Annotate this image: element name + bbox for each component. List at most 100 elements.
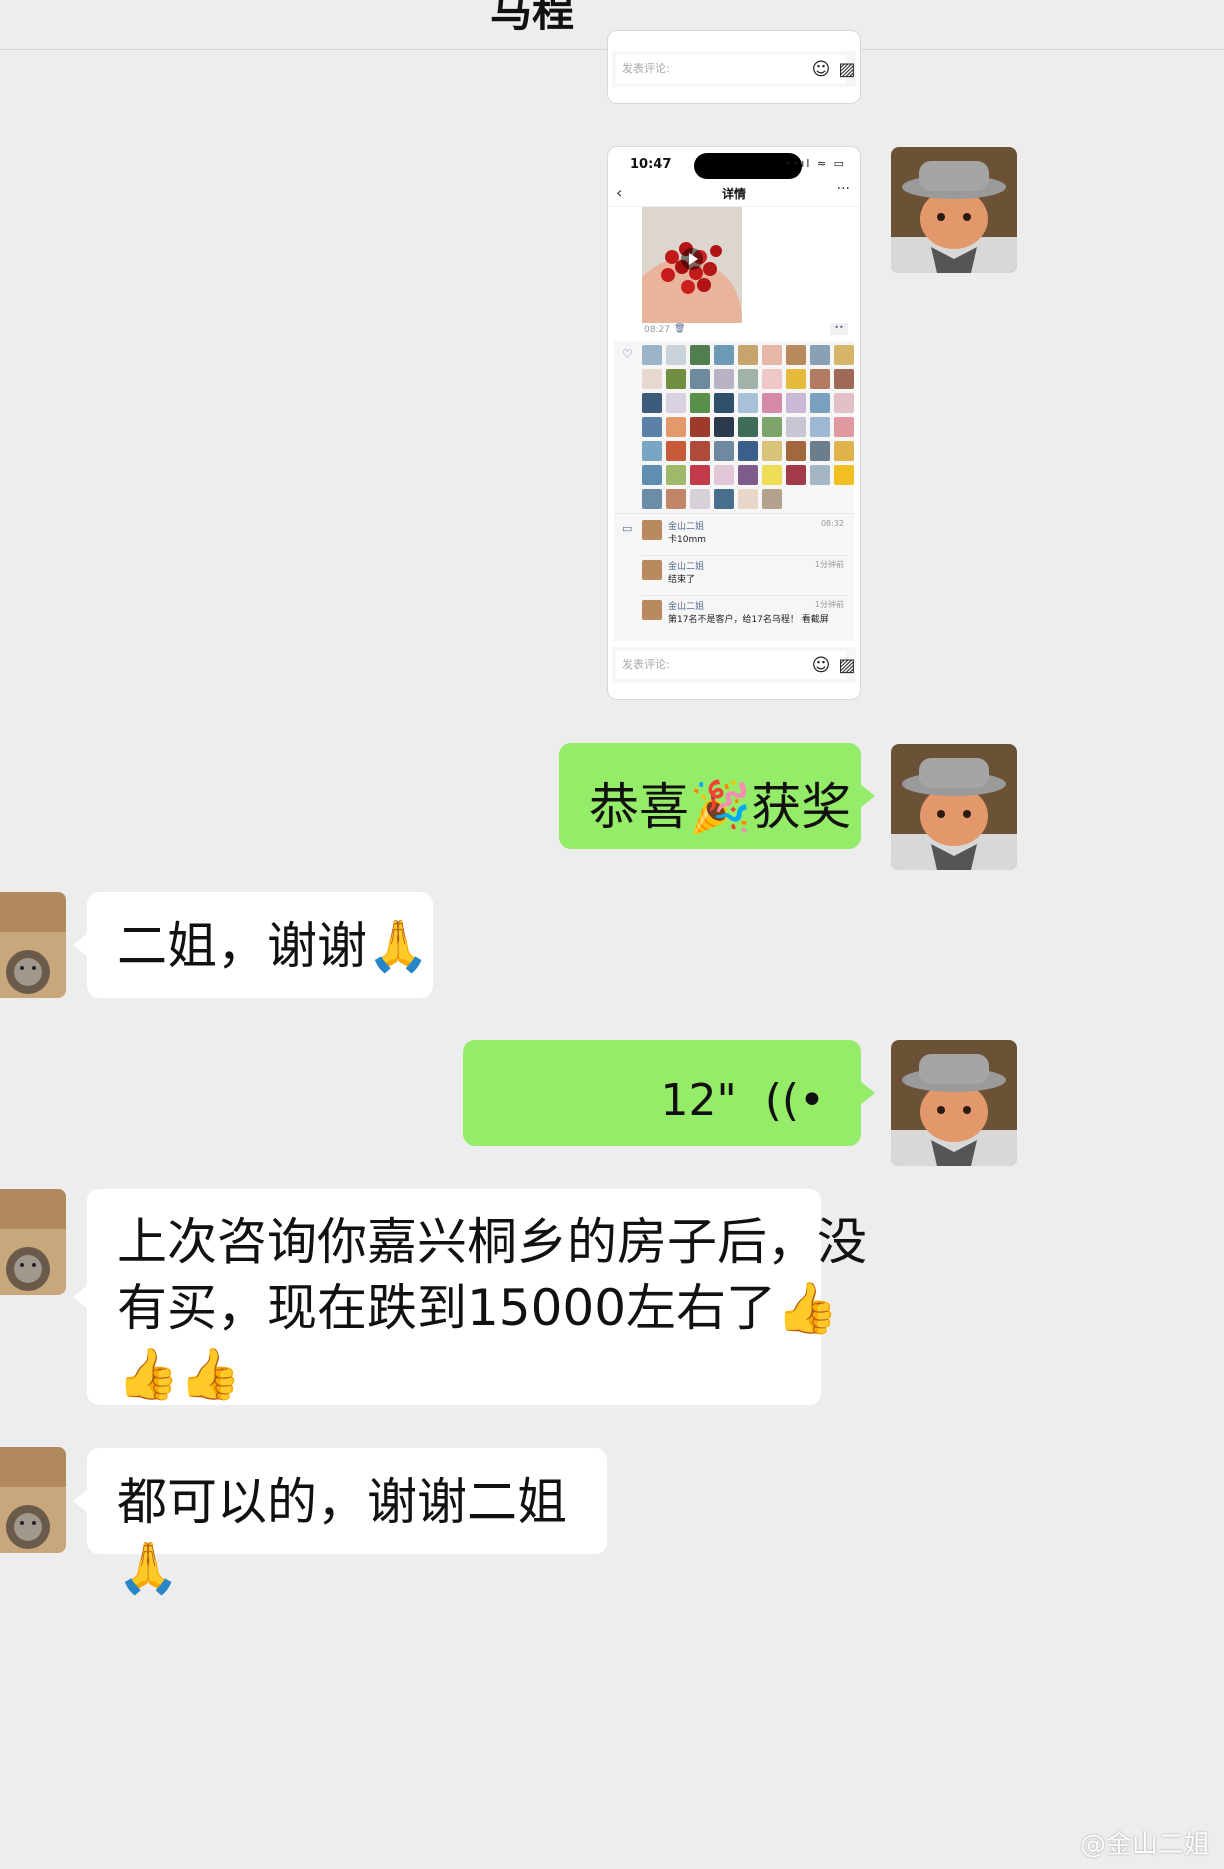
like-avatar [786,441,806,461]
message-line: 👍👍 [117,1345,242,1403]
like-avatar [714,441,734,461]
message-bubble-received[interactable]: 都可以的，谢谢二姐🙏 [73,1448,607,1597]
message-bubble-sent[interactable]: 恭喜🎉获奖 [559,743,875,849]
like-avatar [666,393,686,413]
comment-item: 金山二姐 结束了 1分钟前 [642,556,848,596]
like-avatar [786,393,806,413]
like-avatar [810,369,830,389]
commenter-name: 金山二姐 [668,562,705,572]
voice-content: 12" ((• [660,1068,825,1134]
comment-bar: 发表评论: ☺ ▨ [612,647,856,683]
like-avatar [786,417,806,437]
berries-video-thumbnail [642,207,742,323]
comment-bar: 发表评论: ☺ ▨ [612,51,856,87]
message-text: 二姐，谢谢🙏 [117,917,430,975]
like-avatar [642,417,662,437]
image-icon: ▨ [838,655,856,676]
comment-time: 1分钟前 [814,560,844,569]
like-avatar [762,369,782,389]
commenter-name: 金山二姐 [668,522,705,532]
like-avatar [786,369,806,389]
like-avatar [762,345,782,365]
like-avatar [666,369,686,389]
avatar-self[interactable] [891,1040,1017,1166]
voice-message-bubble[interactable]: 12" ((• [463,1040,875,1146]
like-avatar [690,489,710,509]
like-avatar [762,417,782,437]
avatar-contact[interactable] [0,1447,66,1553]
comment-text: 结束了 [668,575,696,585]
image-icon: ▨ [838,59,856,80]
smiley-icon: ☺ [811,59,831,80]
message-line: 上次咨询你嘉兴桐乡的房子后，没 [117,1213,867,1271]
detail-title: 详情 [721,187,746,201]
post-time: 08:27 [644,325,670,335]
like-avatar [834,393,854,413]
commenter-name: 金山二姐 [668,602,705,612]
like-avatar [738,369,758,389]
like-avatar [786,345,806,365]
likes-avatar-grid [642,345,854,509]
like-avatar [690,417,710,437]
like-avatar [666,465,686,485]
chat-title: 马程 [490,0,575,36]
comment-time: 08:32 [820,519,844,528]
avatar-contact[interactable] [0,892,66,998]
like-avatar [762,489,782,509]
commenter-avatar [642,600,662,620]
like-avatar [714,465,734,485]
like-avatar [834,441,854,461]
like-avatar [714,417,734,437]
voice-duration: 12" [660,1075,737,1126]
like-avatar [690,465,710,485]
phone-status-bar: 10:47 ••ıl ≈ ▭ [608,147,860,181]
like-avatar [834,417,854,437]
screenshot-image-detail[interactable]: 10:47 ••ıl ≈ ▭ ‹ 详情 ··· 08:27 🗑 •• ♡ ▭ 金… [607,146,861,700]
commenter-avatar [642,520,662,540]
like-avatar [690,369,710,389]
like-avatar [690,345,710,365]
smiley-icon: ☺ [811,655,831,676]
comments-area: ▭ 金山二姐 卡10mm 08:32 金山二姐 结束了 1分钟前 金山二姐 第1… [614,513,854,631]
like-avatar [642,489,662,509]
like-avatar [762,465,782,485]
heart-icon: ♡ [622,347,633,361]
comment-icon: ▭ [622,522,633,535]
like-avatar [834,465,854,485]
like-avatar [834,345,854,365]
like-avatar [738,417,758,437]
weibo-watermark: @金山二姐 [1079,1830,1210,1860]
like-avatar [666,417,686,437]
like-avatar [642,393,662,413]
avatar-self[interactable] [891,744,1017,870]
like-avatar [714,369,734,389]
like-avatar [690,441,710,461]
message-line: 有买，现在跌到15000左右了👍 [117,1279,839,1337]
delete-icon: 🗑 [674,324,686,334]
like-avatar [834,369,854,389]
like-avatar [738,441,758,461]
like-avatar [810,441,830,461]
like-avatar [666,489,686,509]
comment-text: 第17名不是客户，给17名乌程！ 看截屏 [668,615,829,625]
like-avatar [642,345,662,365]
status-time: 10:47 [630,157,672,172]
like-avatar [738,345,758,365]
like-avatar [786,465,806,485]
comment-item: 金山二姐 第17名不是客户，给17名乌程！ 看截屏 1分钟前 [642,596,848,636]
like-avatar [642,369,662,389]
message-bubble-received[interactable]: 上次咨询你嘉兴桐乡的房子后，没 有买，现在跌到15000左右了👍 👍👍 [73,1189,867,1405]
message-bubble-received[interactable]: 二姐，谢谢🙏 [73,892,433,998]
avatar-contact[interactable] [0,1189,66,1295]
comment-text: 卡10mm [668,535,706,545]
screenshot-image-top[interactable]: 发表评论: ☺ ▨ [607,30,861,104]
like-avatar [714,489,734,509]
like-avatar [666,441,686,461]
avatar-self[interactable] [891,147,1017,273]
detail-nav-bar: ‹ 详情 ··· [608,181,860,207]
more-icon: ··· [836,181,850,197]
like-avatar [666,345,686,365]
comment-item: 金山二姐 卡10mm 08:32 [642,516,848,556]
status-icons: ••ıl ≈ ▭ [784,157,846,170]
like-avatar [810,417,830,437]
